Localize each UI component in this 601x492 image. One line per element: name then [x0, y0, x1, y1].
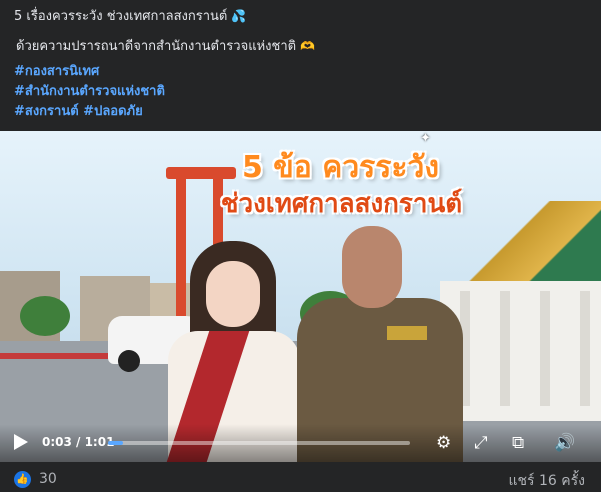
like-icon[interactable]: 👍 — [14, 471, 31, 488]
play-icon[interactable] — [14, 434, 28, 450]
progress-fill — [108, 441, 124, 445]
picture-in-picture-icon[interactable]: ⧉ — [512, 433, 524, 453]
face — [342, 226, 402, 308]
rank-badge — [387, 326, 427, 340]
overlay-subheadline: ช่วงเทศกาลสงกรานต์ — [220, 189, 463, 219]
gear-icon[interactable]: ⚙ — [436, 433, 451, 453]
post-line-1: 5 เรื่องควรระวัง ช่วงเทศกาลสงกรานต์ 💦 — [14, 6, 246, 27]
post-line-2-text: ด้วยความปรารถนาดีจากสำนักงานตำรวจแห่งชาต… — [16, 39, 297, 54]
hashtag-link[interactable]: #สำนักงานตำรวจแห่งชาติ — [14, 82, 165, 102]
face — [206, 261, 260, 327]
water-drops-emoji: 💦 — [231, 9, 247, 23]
hashtag-list: #กองสารนิเทศ #สำนักงานตำรวจแห่งชาติ #สงก… — [14, 62, 165, 122]
time-display: 0:03 / 1:01 — [42, 435, 115, 449]
overlay-headline: 5 ข้อ ควรระวัง — [241, 150, 440, 185]
post-footer: 👍 30 แชร์ 16 ครั้ง — [0, 462, 601, 489]
like-count[interactable]: 30 — [39, 471, 57, 487]
progress-bar[interactable] — [108, 441, 410, 445]
share-count[interactable]: แชร์ 16 ครั้ง — [509, 470, 585, 492]
video-player[interactable]: 5 ข้อ ควรระวัง ช่วงเทศกาลสงกรานต์ ✦ 0:03… — [0, 131, 601, 462]
temple-column — [580, 291, 590, 406]
sparkle-icon: ✦ — [420, 131, 431, 146]
temple — [440, 201, 601, 421]
heart-hands-emoji: 🫶 — [300, 39, 316, 53]
video-controls: 0:03 / 1:01 ⚙ ⤢ ⧉ 🔊 — [0, 424, 601, 462]
hashtag-link[interactable]: #สงกรานต์ #ปลอดภัย — [14, 102, 165, 122]
post-line-2: ด้วยความปรารถนาดีจากสำนักงานตำรวจแห่งชาต… — [16, 36, 315, 57]
temple-column — [540, 291, 550, 406]
tree — [20, 296, 70, 336]
post-line-1-text: 5 เรื่องควรระวัง ช่วงเทศกาลสงกรานต์ — [14, 9, 228, 24]
temple-column — [500, 291, 510, 406]
expand-icon[interactable]: ⤢ — [474, 433, 488, 453]
volume-icon[interactable]: 🔊 — [554, 433, 575, 453]
video-title-overlay: 5 ข้อ ควรระวัง ช่วงเทศกาลสงกรานต์ — [0, 149, 601, 221]
hashtag-link[interactable]: #กองสารนิเทศ — [14, 62, 165, 82]
car-wheel — [118, 350, 140, 372]
